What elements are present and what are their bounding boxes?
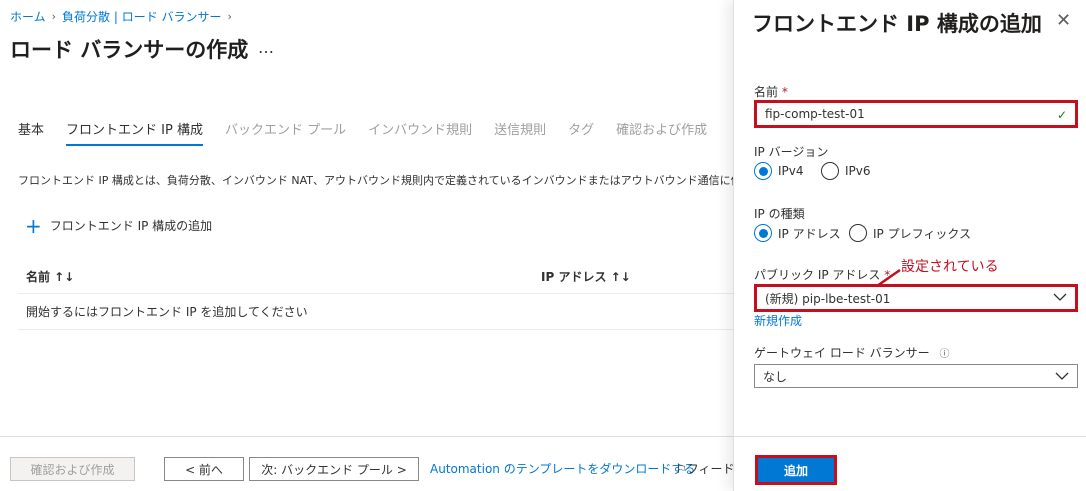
radio-ip-prefix[interactable]: IP プレフィックス: [849, 224, 971, 242]
breadcrumb: ホーム › 負荷分散 | ロード バランサー ›: [10, 8, 232, 25]
radio-ip-prefix-label: IP プレフィックス: [873, 226, 971, 241]
radio-ip-address[interactable]: IP アドレス: [754, 224, 841, 242]
frontend-ip-table: 名前 ↑↓ IP アドレス ↑↓ 開始するにはフロントエンド IP を追加してく…: [18, 258, 733, 330]
info-icon[interactable]: ⓘ: [939, 349, 949, 360]
chevron-down-icon: [1053, 290, 1067, 307]
chevron-right-icon: ›: [51, 10, 57, 23]
column-header-name[interactable]: 名前 ↑↓: [26, 268, 74, 285]
review-create-button[interactable]: 確認および作成: [10, 457, 135, 481]
radio-unselected-icon: [849, 224, 867, 242]
feedback-icon: ⚐: [676, 462, 687, 476]
tab-inbound-rules[interactable]: インバウンド規則: [368, 119, 472, 146]
feedback-link[interactable]: ⚐フィードバック: [676, 460, 733, 477]
tab-frontend-ip[interactable]: フロントエンド IP 構成: [66, 119, 203, 146]
next-button[interactable]: 次: バックエンド プール >: [249, 457, 419, 481]
empty-message: 開始するにはフロントエンド IP を追加してください: [26, 305, 308, 319]
chevron-down-icon: [1055, 369, 1069, 386]
add-button[interactable]: 追加: [755, 455, 837, 485]
radio-selected-icon: [754, 162, 772, 180]
footer-divider: [0, 436, 733, 437]
gateway-lb-label: ゲートウェイ ロード バランサー ⓘ: [754, 344, 949, 361]
radio-unselected-icon: [821, 162, 839, 180]
name-label: 名前 *: [754, 83, 788, 100]
plus-icon: +: [25, 213, 42, 238]
panel-title: フロントエンド IP 構成の追加: [752, 12, 1042, 36]
add-frontend-ip-button[interactable]: + フロントエンド IP 構成の追加: [25, 213, 213, 238]
breadcrumb-home[interactable]: ホーム: [10, 8, 46, 25]
table-header: 名前 ↑↓ IP アドレス ↑↓: [18, 258, 733, 294]
ip-version-label: IP バージョン: [754, 145, 829, 159]
panel-footer-divider: [734, 436, 1086, 437]
annotation-text: 設定されている: [901, 259, 999, 275]
public-ip-label-text: パブリック IP アドレス: [754, 268, 881, 282]
radio-ipv4-label: IPv4: [778, 164, 804, 178]
close-icon[interactable]: ✕: [1056, 10, 1071, 31]
tab-basics[interactable]: 基本: [18, 119, 44, 146]
name-input[interactable]: fip-comp-test-01 ✓: [754, 100, 1078, 128]
tab-outbound-rules[interactable]: 送信規則: [494, 119, 546, 146]
add-frontend-ip-label: フロントエンド IP 構成の追加: [49, 219, 213, 233]
previous-button[interactable]: < 前へ: [164, 457, 244, 481]
tab-backend-pool[interactable]: バックエンド プール: [225, 119, 346, 146]
tab-review-create[interactable]: 確認および作成: [616, 119, 707, 146]
wizard-tabs: 基本 フロントエンド IP 構成 バックエンド プール インバウンド規則 送信規…: [18, 119, 729, 146]
gateway-lb-dropdown[interactable]: なし: [754, 364, 1078, 388]
radio-selected-icon: [754, 224, 772, 242]
checkmark-icon: ✓: [1056, 108, 1067, 122]
column-header-ip[interactable]: IP アドレス ↑↓: [541, 268, 631, 285]
more-options-icon[interactable]: …: [258, 38, 275, 57]
public-ip-label: パブリック IP アドレス *: [754, 266, 890, 283]
section-description: フロントエンド IP 構成とは、負荷分散、インバウンド NAT、アウトバウンド規…: [18, 174, 733, 187]
create-new-link[interactable]: 新規作成: [754, 312, 802, 329]
gateway-lb-value: なし: [763, 369, 788, 384]
feedback-label: フィードバック: [686, 462, 733, 476]
radio-ip-address-label: IP アドレス: [778, 226, 841, 241]
breadcrumb-lb-service[interactable]: 負荷分散 | ロード バランサー: [62, 8, 222, 25]
radio-ipv6-label: IPv6: [845, 164, 871, 178]
radio-ipv6[interactable]: IPv6: [821, 162, 871, 180]
table-empty-row: 開始するにはフロントエンド IP を追加してください: [18, 294, 733, 330]
add-frontend-ip-panel: フロントエンド IP 構成の追加 ✕ 名前 * fip-comp-test-01…: [733, 0, 1086, 491]
page-title: ロード バランサーの作成: [10, 38, 249, 62]
public-ip-dropdown[interactable]: (新規) pip-lbe-test-01: [754, 284, 1078, 312]
ip-type-label: IP の種類: [754, 207, 805, 221]
download-template-link[interactable]: Automation のテンプレートをダウンロードする: [430, 460, 695, 477]
gateway-lb-label-text: ゲートウェイ ロード バランサー: [754, 346, 930, 360]
radio-ipv4[interactable]: IPv4: [754, 162, 804, 180]
name-input-value: fip-comp-test-01: [765, 107, 865, 121]
tab-tags[interactable]: タグ: [568, 119, 594, 146]
name-label-text: 名前: [754, 85, 779, 99]
chevron-right-icon: ›: [227, 10, 232, 23]
required-mark: *: [781, 85, 788, 99]
public-ip-value: (新規) pip-lbe-test-01: [765, 291, 891, 306]
